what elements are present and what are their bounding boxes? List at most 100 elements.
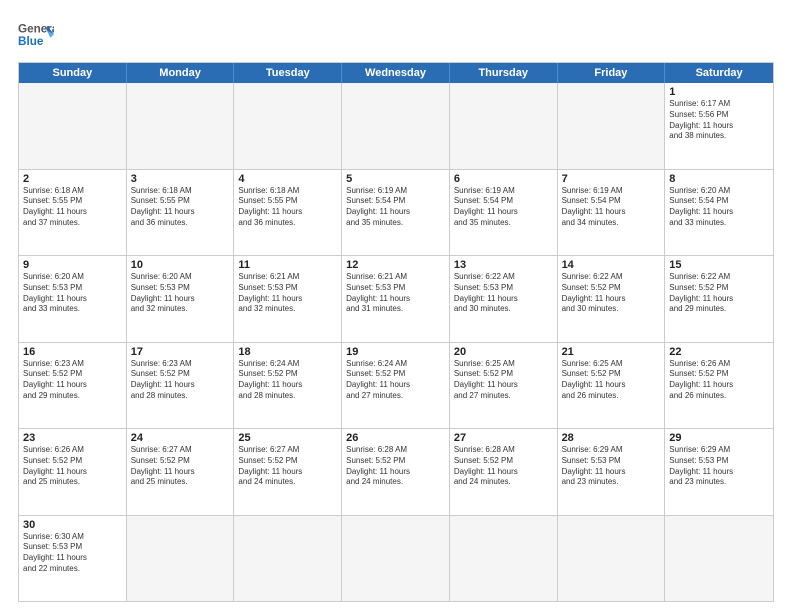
calendar-cell: 2Sunrise: 6:18 AM Sunset: 5:55 PM Daylig… — [19, 170, 127, 256]
day-info: Sunrise: 6:24 AM Sunset: 5:52 PM Dayligh… — [238, 359, 337, 402]
day-number: 9 — [23, 259, 122, 271]
calendar-cell — [342, 516, 450, 602]
calendar-row-3: 16Sunrise: 6:23 AM Sunset: 5:52 PM Dayli… — [19, 342, 773, 429]
calendar-cell: 19Sunrise: 6:24 AM Sunset: 5:52 PM Dayli… — [342, 343, 450, 429]
calendar-header: SundayMondayTuesdayWednesdayThursdayFrid… — [19, 63, 773, 83]
calendar-cell: 28Sunrise: 6:29 AM Sunset: 5:53 PM Dayli… — [558, 429, 666, 515]
calendar-cell: 30Sunrise: 6:30 AM Sunset: 5:53 PM Dayli… — [19, 516, 127, 602]
day-info: Sunrise: 6:19 AM Sunset: 5:54 PM Dayligh… — [562, 186, 661, 229]
day-info: Sunrise: 6:23 AM Sunset: 5:52 PM Dayligh… — [23, 359, 122, 402]
calendar-cell: 15Sunrise: 6:22 AM Sunset: 5:52 PM Dayli… — [665, 256, 773, 342]
day-number: 24 — [131, 432, 230, 444]
day-info: Sunrise: 6:28 AM Sunset: 5:52 PM Dayligh… — [454, 445, 553, 488]
weekday-header-sunday: Sunday — [19, 63, 127, 83]
calendar-cell — [665, 516, 773, 602]
day-info: Sunrise: 6:18 AM Sunset: 5:55 PM Dayligh… — [238, 186, 337, 229]
calendar-cell — [558, 516, 666, 602]
weekday-header-monday: Monday — [127, 63, 235, 83]
day-info: Sunrise: 6:19 AM Sunset: 5:54 PM Dayligh… — [454, 186, 553, 229]
day-info: Sunrise: 6:22 AM Sunset: 5:52 PM Dayligh… — [562, 272, 661, 315]
calendar-row-5: 30Sunrise: 6:30 AM Sunset: 5:53 PM Dayli… — [19, 515, 773, 602]
weekday-header-saturday: Saturday — [665, 63, 773, 83]
day-number: 10 — [131, 259, 230, 271]
calendar-cell: 26Sunrise: 6:28 AM Sunset: 5:52 PM Dayli… — [342, 429, 450, 515]
day-info: Sunrise: 6:21 AM Sunset: 5:53 PM Dayligh… — [238, 272, 337, 315]
day-number: 22 — [669, 346, 769, 358]
calendar-cell: 13Sunrise: 6:22 AM Sunset: 5:53 PM Dayli… — [450, 256, 558, 342]
day-info: Sunrise: 6:25 AM Sunset: 5:52 PM Dayligh… — [454, 359, 553, 402]
calendar-cell: 5Sunrise: 6:19 AM Sunset: 5:54 PM Daylig… — [342, 170, 450, 256]
calendar-cell — [127, 516, 235, 602]
calendar-body: 1Sunrise: 6:17 AM Sunset: 5:56 PM Daylig… — [19, 83, 773, 601]
logo-icon: General Blue — [18, 18, 54, 54]
day-number: 23 — [23, 432, 122, 444]
day-number: 3 — [131, 173, 230, 185]
calendar-cell — [127, 83, 235, 169]
calendar-cell: 8Sunrise: 6:20 AM Sunset: 5:54 PM Daylig… — [665, 170, 773, 256]
day-number: 21 — [562, 346, 661, 358]
calendar-cell: 10Sunrise: 6:20 AM Sunset: 5:53 PM Dayli… — [127, 256, 235, 342]
calendar-cell: 29Sunrise: 6:29 AM Sunset: 5:53 PM Dayli… — [665, 429, 773, 515]
calendar-cell: 24Sunrise: 6:27 AM Sunset: 5:52 PM Dayli… — [127, 429, 235, 515]
day-number: 2 — [23, 173, 122, 185]
day-number: 12 — [346, 259, 445, 271]
day-number: 1 — [669, 86, 769, 98]
calendar-cell: 6Sunrise: 6:19 AM Sunset: 5:54 PM Daylig… — [450, 170, 558, 256]
calendar-cell: 23Sunrise: 6:26 AM Sunset: 5:52 PM Dayli… — [19, 429, 127, 515]
day-number: 11 — [238, 259, 337, 271]
calendar-cell — [234, 83, 342, 169]
day-number: 28 — [562, 432, 661, 444]
calendar-row-2: 9Sunrise: 6:20 AM Sunset: 5:53 PM Daylig… — [19, 255, 773, 342]
day-number: 17 — [131, 346, 230, 358]
calendar-cell: 17Sunrise: 6:23 AM Sunset: 5:52 PM Dayli… — [127, 343, 235, 429]
page: General Blue SundayMondayTuesdayWednesda… — [0, 0, 792, 612]
calendar: SundayMondayTuesdayWednesdayThursdayFrid… — [18, 62, 774, 602]
day-info: Sunrise: 6:20 AM Sunset: 5:54 PM Dayligh… — [669, 186, 769, 229]
calendar-row-4: 23Sunrise: 6:26 AM Sunset: 5:52 PM Dayli… — [19, 428, 773, 515]
svg-text:Blue: Blue — [18, 35, 44, 48]
day-number: 29 — [669, 432, 769, 444]
day-info: Sunrise: 6:22 AM Sunset: 5:52 PM Dayligh… — [669, 272, 769, 315]
calendar-cell: 16Sunrise: 6:23 AM Sunset: 5:52 PM Dayli… — [19, 343, 127, 429]
calendar-cell: 14Sunrise: 6:22 AM Sunset: 5:52 PM Dayli… — [558, 256, 666, 342]
calendar-cell: 1Sunrise: 6:17 AM Sunset: 5:56 PM Daylig… — [665, 83, 773, 169]
weekday-header-thursday: Thursday — [450, 63, 558, 83]
day-number: 30 — [23, 519, 122, 531]
calendar-cell: 3Sunrise: 6:18 AM Sunset: 5:55 PM Daylig… — [127, 170, 235, 256]
calendar-cell: 9Sunrise: 6:20 AM Sunset: 5:53 PM Daylig… — [19, 256, 127, 342]
calendar-cell: 25Sunrise: 6:27 AM Sunset: 5:52 PM Dayli… — [234, 429, 342, 515]
day-info: Sunrise: 6:18 AM Sunset: 5:55 PM Dayligh… — [131, 186, 230, 229]
weekday-header-wednesday: Wednesday — [342, 63, 450, 83]
weekday-header-friday: Friday — [558, 63, 666, 83]
day-number: 18 — [238, 346, 337, 358]
day-info: Sunrise: 6:26 AM Sunset: 5:52 PM Dayligh… — [23, 445, 122, 488]
day-info: Sunrise: 6:19 AM Sunset: 5:54 PM Dayligh… — [346, 186, 445, 229]
day-info: Sunrise: 6:24 AM Sunset: 5:52 PM Dayligh… — [346, 359, 445, 402]
day-info: Sunrise: 6:18 AM Sunset: 5:55 PM Dayligh… — [23, 186, 122, 229]
calendar-cell — [558, 83, 666, 169]
calendar-cell: 20Sunrise: 6:25 AM Sunset: 5:52 PM Dayli… — [450, 343, 558, 429]
calendar-cell — [342, 83, 450, 169]
calendar-cell: 7Sunrise: 6:19 AM Sunset: 5:54 PM Daylig… — [558, 170, 666, 256]
calendar-cell: 18Sunrise: 6:24 AM Sunset: 5:52 PM Dayli… — [234, 343, 342, 429]
day-number: 14 — [562, 259, 661, 271]
day-number: 27 — [454, 432, 553, 444]
day-number: 20 — [454, 346, 553, 358]
day-info: Sunrise: 6:26 AM Sunset: 5:52 PM Dayligh… — [669, 359, 769, 402]
day-number: 7 — [562, 173, 661, 185]
day-number: 6 — [454, 173, 553, 185]
day-info: Sunrise: 6:25 AM Sunset: 5:52 PM Dayligh… — [562, 359, 661, 402]
logo: General Blue — [18, 18, 54, 54]
day-number: 26 — [346, 432, 445, 444]
day-number: 8 — [669, 173, 769, 185]
day-number: 16 — [23, 346, 122, 358]
day-info: Sunrise: 6:21 AM Sunset: 5:53 PM Dayligh… — [346, 272, 445, 315]
day-info: Sunrise: 6:20 AM Sunset: 5:53 PM Dayligh… — [23, 272, 122, 315]
header: General Blue — [18, 18, 774, 54]
day-info: Sunrise: 6:17 AM Sunset: 5:56 PM Dayligh… — [669, 99, 769, 142]
calendar-cell — [234, 516, 342, 602]
day-number: 15 — [669, 259, 769, 271]
calendar-row-1: 2Sunrise: 6:18 AM Sunset: 5:55 PM Daylig… — [19, 169, 773, 256]
weekday-header-tuesday: Tuesday — [234, 63, 342, 83]
calendar-cell — [450, 516, 558, 602]
